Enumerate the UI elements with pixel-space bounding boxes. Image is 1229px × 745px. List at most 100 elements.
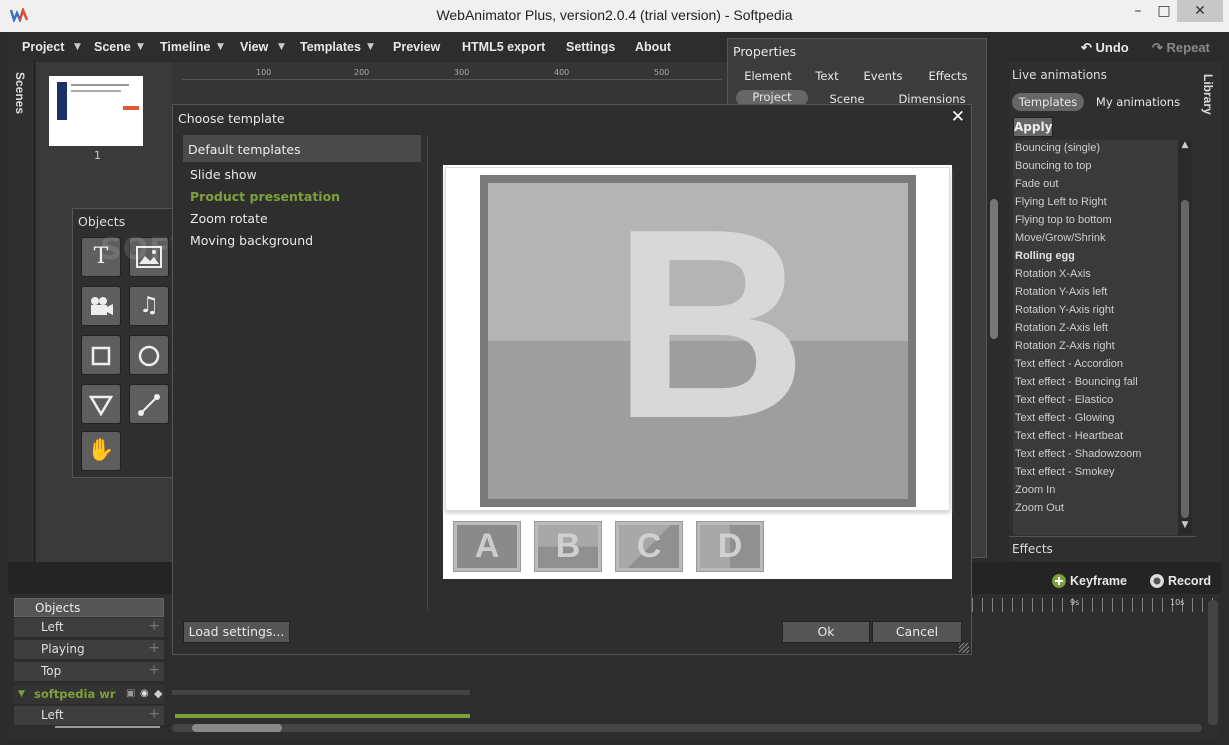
animation-list-item[interactable]: Rotation Y-Axis right	[1015, 304, 1114, 316]
library-sidebar-tab[interactable]: Library	[1196, 62, 1221, 562]
timeline-vscroll[interactable]	[1208, 600, 1218, 725]
animation-list-item[interactable]: Text effect - Heartbeat	[1015, 430, 1123, 442]
menu-timeline[interactable]: Timeline	[160, 40, 210, 54]
tab-text[interactable]: Text	[806, 69, 848, 83]
add-icon[interactable]: +	[148, 640, 160, 656]
scenes-sidebar-tab[interactable]: Scenes	[8, 62, 35, 562]
menu-templates[interactable]: Templates	[300, 40, 361, 54]
timeline-row[interactable]: Playing +	[14, 640, 164, 660]
chevron-down-icon: ▼	[278, 42, 285, 52]
timeline-layer-row[interactable]: ▼ softpedia wr ▣ ◉ ◆	[14, 685, 164, 705]
load-settings-button[interactable]: Load settings...	[183, 621, 290, 643]
line-tool-icon[interactable]	[129, 384, 169, 424]
menu-preview[interactable]: Preview	[393, 40, 440, 54]
animation-list-item[interactable]: Bouncing (single)	[1015, 142, 1100, 154]
resize-grip-icon[interactable]	[959, 643, 969, 653]
ok-button[interactable]: Ok	[782, 621, 870, 643]
cancel-button[interactable]: Cancel	[872, 621, 962, 643]
animation-list-item[interactable]: Rolling egg	[1015, 250, 1075, 262]
animation-list-item[interactable]: Rotation Y-Axis left	[1015, 286, 1107, 298]
animation-list-item[interactable]: Rotation Z-Axis right	[1015, 340, 1115, 352]
tab-element[interactable]: Element	[738, 69, 798, 83]
animation-list-item[interactable]: Zoom In	[1015, 484, 1055, 496]
menu-view[interactable]: View	[240, 40, 268, 54]
animation-list-item[interactable]: Flying Left to Right	[1015, 196, 1107, 208]
preview-thumb[interactable]: C	[615, 521, 683, 572]
tab-my-animations[interactable]: My animations	[1093, 95, 1183, 109]
animation-list-item[interactable]: Text effect - Glowing	[1015, 412, 1114, 424]
redo-icon: ↷	[1152, 40, 1163, 55]
timeline-objects-header: Objects	[14, 598, 164, 617]
animation-list-item[interactable]: Bouncing to top	[1015, 160, 1091, 172]
timeline-row[interactable]: Left +	[14, 618, 164, 638]
audio-tool-icon[interactable]: ♫	[129, 286, 169, 326]
dialog-title: Choose template	[178, 111, 285, 126]
minimize-button[interactable]: –	[1125, 0, 1151, 22]
preview-thumb[interactable]: A	[453, 521, 521, 572]
menu-about[interactable]: About	[635, 40, 671, 54]
scroll-down-icon[interactable]: ▼	[1178, 520, 1192, 530]
animation-list-item[interactable]: Move/Grow/Shrink	[1015, 232, 1105, 244]
timeline-row[interactable]: Top +	[14, 662, 164, 682]
triangle-tool-icon[interactable]	[81, 384, 121, 424]
close-icon[interactable]: ✕	[951, 107, 965, 127]
apply-button[interactable]: Apply	[1013, 117, 1053, 137]
close-window-button[interactable]: ✕	[1177, 0, 1223, 22]
undo-button[interactable]: ↶ Undo	[1081, 40, 1129, 56]
diamond-icon[interactable]: ◆	[154, 687, 162, 700]
scene-thumbnail[interactable]	[49, 76, 143, 146]
template-item-slide-show[interactable]: Slide show	[190, 167, 257, 182]
animation-list-item[interactable]: Text effect - Bouncing fall	[1015, 376, 1138, 388]
record-button[interactable]: Record	[1168, 574, 1211, 588]
animation-list-scrollbar[interactable]: ▲ ▼	[1178, 140, 1192, 535]
timeline-scroll-thumb[interactable]	[192, 724, 282, 732]
hand-tool-icon[interactable]: ✋	[81, 431, 121, 471]
animation-list-item[interactable]: Text effect - Accordion	[1015, 358, 1123, 370]
template-item-zoom-rotate[interactable]: Zoom rotate	[190, 211, 268, 226]
keyframe-button[interactable]: Keyframe	[1070, 574, 1127, 588]
scroll-up-icon[interactable]: ▲	[1178, 140, 1192, 150]
horizontal-ruler: 100 200 300 400 500	[182, 64, 722, 80]
properties-title: Properties	[733, 44, 797, 59]
add-icon[interactable]: +	[148, 662, 160, 678]
template-item-product-presentation[interactable]: Product presentation	[190, 189, 340, 204]
rectangle-tool-icon[interactable]	[81, 335, 121, 375]
tab-templates[interactable]: Templates	[1012, 93, 1084, 111]
lock-icon[interactable]: ▣	[126, 688, 135, 699]
add-icon[interactable]: +	[148, 618, 160, 634]
redo-button[interactable]: ↷ Repeat	[1152, 40, 1210, 56]
menu-html5-export[interactable]: HTML5 export	[462, 40, 545, 54]
window-title: WebAnimator Plus, version2.0.4 (trial ve…	[436, 7, 793, 23]
animation-list-item[interactable]: Rotation X-Axis	[1015, 268, 1091, 280]
preview-thumb[interactable]: D	[696, 521, 764, 572]
maximize-button[interactable]: □	[1151, 0, 1177, 22]
animation-list-item[interactable]: Text effect - Shadowzoom	[1015, 448, 1141, 460]
template-item-moving-background[interactable]: Moving background	[190, 233, 313, 248]
animation-list-item[interactable]: Text effect - Smokey	[1015, 466, 1114, 478]
properties-scrollbar[interactable]	[990, 199, 998, 339]
animation-list-item[interactable]: Fade out	[1015, 178, 1058, 190]
animation-list: Bouncing (single) Bouncing to top Fade out…	[1013, 140, 1178, 535]
ruler-tick: 100	[256, 68, 272, 77]
tab-effects[interactable]: Effects	[920, 69, 976, 83]
menu-settings[interactable]: Settings	[566, 40, 615, 54]
timeline-row[interactable]: Left +	[14, 706, 164, 726]
timeline-scrollbar[interactable]	[172, 724, 1202, 732]
eye-icon[interactable]: ◉	[140, 688, 149, 699]
effects-section[interactable]: Effects	[1009, 536, 1196, 560]
animation-list-item[interactable]: Zoom Out	[1015, 502, 1064, 514]
animation-list-item[interactable]: Text effect - Elastico	[1015, 394, 1113, 406]
tab-events[interactable]: Events	[858, 69, 908, 83]
circle-tool-icon[interactable]	[129, 335, 169, 375]
menu-project[interactable]: Project	[22, 40, 64, 54]
video-tool-icon[interactable]	[81, 286, 121, 326]
add-icon[interactable]: +	[148, 706, 160, 722]
preview-thumb[interactable]: B	[534, 521, 602, 572]
menu-scene[interactable]: Scene	[94, 40, 131, 54]
scroll-thumb[interactable]	[1181, 200, 1189, 518]
zoom-slider[interactable]	[55, 726, 160, 728]
template-category-header[interactable]: Default templates	[183, 135, 421, 162]
animation-list-item[interactable]: Rotation Z-Axis left	[1015, 322, 1108, 334]
animation-list-item[interactable]: Flying top to bottom	[1015, 214, 1112, 226]
layer-expand-icon[interactable]: ▼	[18, 689, 25, 699]
